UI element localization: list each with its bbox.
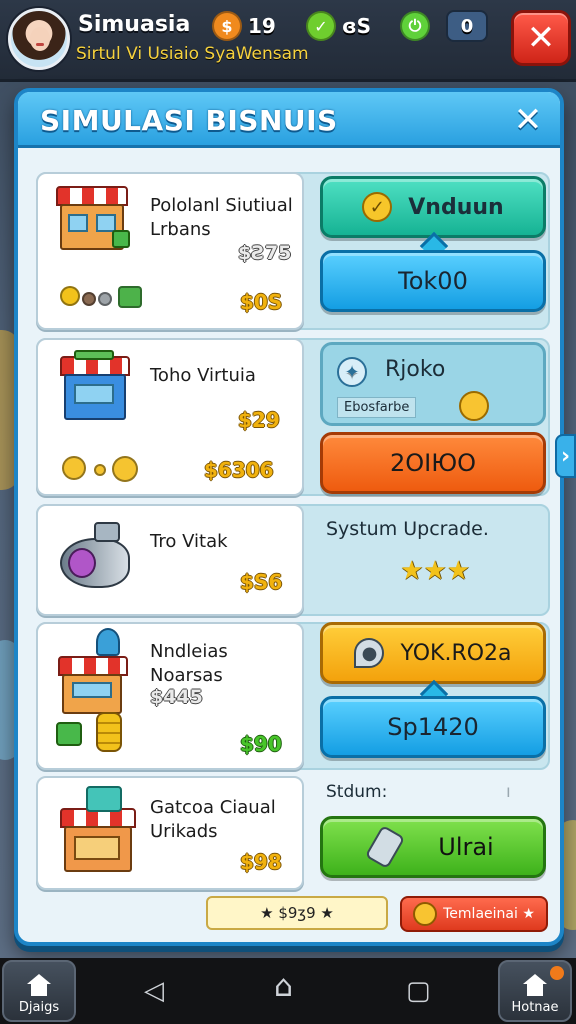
- counter-value: 0: [460, 15, 474, 37]
- buy-button[interactable]: ✓ Vnduun: [320, 176, 546, 238]
- coin-value: 19: [248, 14, 276, 38]
- status-label: Stdum:: [326, 782, 388, 802]
- tutorial-button-label: Temlaeinai ★: [443, 906, 535, 922]
- shop-icon: [52, 628, 138, 760]
- shop-icon: [56, 186, 132, 256]
- close-game-button[interactable]: ✕: [511, 10, 571, 66]
- currency-stat-gems[interactable]: ✓ ɞS: [306, 10, 371, 42]
- sun-icon: [459, 391, 489, 421]
- compass-icon: ✦: [337, 357, 367, 387]
- business-card[interactable]: Nndleias Noarsas $445 $90: [36, 622, 304, 770]
- gem-value: ɞS: [342, 14, 372, 38]
- back-button[interactable]: ◁: [144, 978, 164, 1004]
- smile-icon: [112, 456, 138, 482]
- stone-icon: [98, 292, 112, 306]
- business-card[interactable]: Tro Vitak $S6: [36, 504, 304, 616]
- buy-button-label: Vnduun: [408, 194, 504, 220]
- reward-bar[interactable]: ★ $9ʒ9 ★: [206, 896, 388, 930]
- home-button[interactable]: ⌂: [274, 972, 293, 1002]
- gift-icon: [118, 286, 142, 308]
- coin-icon: [413, 902, 438, 926]
- business-card[interactable]: Toho Virtuia $29 $6306: [36, 338, 304, 496]
- business-income: $S6: [240, 570, 283, 594]
- avatar-face: [30, 27, 50, 51]
- business-income: $90: [240, 732, 282, 756]
- business-name: Gatcoa Ciaual Urikads: [150, 797, 276, 842]
- business-cost: $Ƨ75: [238, 242, 292, 264]
- sp-button[interactable]: Sp1420: [320, 696, 546, 758]
- ultra-button-label: Ulrai: [438, 833, 494, 861]
- upgrade-panel[interactable]: ✦ Rjoko Ebosfarbe: [320, 342, 546, 426]
- business-card[interactable]: Pololanl Siutiual Lrbans $Ƨ75 $0S: [36, 172, 304, 330]
- business-row: Gatcoa Ciaual Urikads $98 Stdum: ı Ulrai: [36, 776, 550, 890]
- next-page-arrow[interactable]: ›: [555, 434, 576, 478]
- business-row: Toho Virtuia $29 $6306 ✦ Rjoko Ebosfarbe…: [36, 338, 550, 496]
- shop-button-label: Tok00: [398, 267, 468, 295]
- notification-badge: [550, 966, 564, 980]
- business-income: $6306: [204, 458, 274, 482]
- smile-icon: [62, 456, 86, 480]
- upgrade-tag: Ebosfarbe: [337, 397, 417, 418]
- key-icon: ●: [354, 638, 385, 668]
- upgrade-panel-label: Rjoko: [385, 357, 446, 382]
- upgrade-button-label: 2OIЮO: [389, 449, 477, 477]
- counter-badge[interactable]: 0: [446, 10, 488, 42]
- ultra-button[interactable]: Ulrai: [320, 816, 546, 878]
- recent-apps-button[interactable]: ▢: [406, 978, 431, 1004]
- energy-stat[interactable]: ⏻: [400, 10, 430, 42]
- currency-stat-coins[interactable]: $ 19: [212, 10, 276, 42]
- business-cost: $445: [150, 686, 203, 708]
- sp-button-label: Sp1420: [387, 713, 479, 741]
- dialog-close-button[interactable]: ✕: [508, 100, 548, 140]
- business-row: Pololanl Siutiual Lrbans $Ƨ75 $0S ✓ Vndu…: [36, 172, 550, 330]
- business-name: Tro Vitak: [150, 531, 228, 552]
- shop-icon: [58, 786, 142, 882]
- shop-icon: [60, 350, 132, 424]
- business-name: Pololanl Siutiual Lrbans: [150, 195, 293, 240]
- business-row: Nndleias Noarsas $445 $90 ● YOK.RO2a Sp1…: [36, 622, 550, 770]
- system-upgrade-title: Systum Upcrade.: [326, 518, 489, 540]
- top-bar: Simuasia Sirtul Vi Usiaio SyaWensam $ 19…: [0, 0, 576, 82]
- business-income: $98: [240, 850, 282, 874]
- business-simulation-dialog: SIMULASI BISNUIS ✕ Pololanl Siutiual Lrb…: [14, 88, 564, 946]
- business-name: Nndleias Noarsas: [150, 641, 228, 686]
- player-subtitle: Sirtul Vi Usiaio SyaWensam: [76, 44, 309, 64]
- navigation-bar: Djaigs ◁ ⌂ ▢ Hotnae: [0, 958, 576, 1024]
- star-icon: [60, 286, 80, 306]
- avatar-mouth: [36, 43, 44, 46]
- nav-left-label: Djaigs: [18, 1000, 60, 1015]
- yokroza-button[interactable]: ● YOK.RO2a: [320, 622, 546, 684]
- nav-right-label: Hotnae: [511, 1000, 559, 1015]
- check-icon: ✓: [362, 192, 393, 222]
- dialog-title: SIMULASI BISNUIS: [40, 104, 338, 137]
- home-icon: [522, 974, 548, 996]
- avatar[interactable]: [8, 8, 70, 70]
- shop-button[interactable]: Tok00: [320, 250, 546, 312]
- tutorial-button[interactable]: Temlaeinai ★: [400, 896, 548, 932]
- key-icon: [364, 824, 406, 870]
- business-name: Toho Virtuia: [150, 365, 256, 386]
- player-name: Simuasia: [78, 12, 191, 37]
- coin-icon: [94, 464, 106, 476]
- nav-home-right-button[interactable]: Hotnae: [498, 960, 572, 1022]
- coin-icon: $: [212, 11, 242, 41]
- upgrade-button[interactable]: 2OIЮO: [320, 432, 546, 494]
- business-card[interactable]: Gatcoa Ciaual Urikads $98: [36, 776, 304, 890]
- dialog-header: SIMULASI BISNUIS ✕: [18, 92, 560, 148]
- business-row: Tro Vitak $S6 Systum Upcrade. ★★★: [36, 504, 550, 616]
- business-cost: $29: [238, 408, 280, 432]
- seed-icon: [82, 292, 96, 306]
- status-mark: ı: [506, 782, 511, 802]
- check-icon: ✓: [306, 11, 336, 41]
- home-icon: [26, 974, 52, 996]
- nav-home-left-button[interactable]: Djaigs: [2, 960, 76, 1022]
- yokroza-button-label: YOK.RO2a: [400, 640, 512, 666]
- power-icon: ⏻: [400, 11, 430, 41]
- machine-icon: [60, 518, 134, 598]
- business-income: $0S: [240, 290, 283, 314]
- star-rating: ★★★: [400, 556, 470, 586]
